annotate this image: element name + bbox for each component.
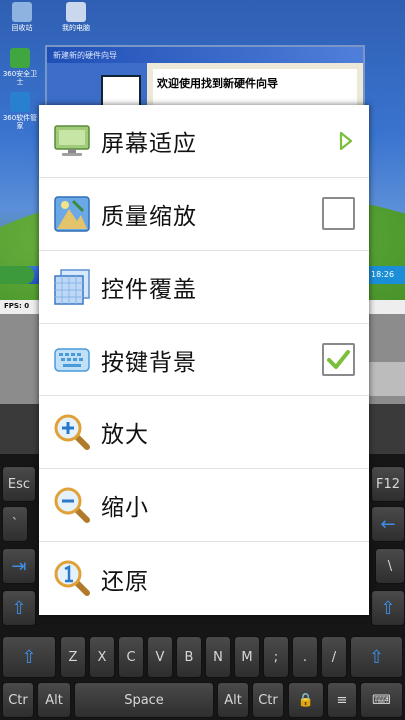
wizard-heading: 欢迎使用找到新硬件向导 xyxy=(157,77,278,90)
menu-item-restore[interactable]: 还原 xyxy=(39,542,369,615)
quality-scale-checkbox[interactable] xyxy=(322,197,355,231)
key-f12[interactable]: F12 xyxy=(371,466,405,502)
keyboard-toggle-icon[interactable]: ⌨ xyxy=(360,682,403,718)
key-shift-right[interactable]: ⇧ xyxy=(350,636,403,678)
menu-item-label: 屏幕适应 xyxy=(101,130,197,157)
keyboard-icon xyxy=(54,347,90,372)
menu-item-label: 按键背景 xyxy=(101,349,197,376)
menu-item-label: 放大 xyxy=(101,422,149,449)
key-alt-left[interactable]: Alt xyxy=(37,682,71,718)
checkmark-icon xyxy=(327,350,350,369)
desktop-icon-my-computer[interactable]: 我的电脑 xyxy=(58,2,94,32)
menu-item-key-background[interactable]: 按键背景 xyxy=(39,324,369,397)
key-x[interactable]: X xyxy=(89,636,115,678)
key-backspace[interactable]: ← xyxy=(371,506,405,542)
key-c[interactable]: C xyxy=(118,636,144,678)
menu-item-zoom-out[interactable]: 缩小 xyxy=(39,469,369,543)
view-options-menu: 屏幕适应 质量缩放 控件覆盖 按键背景 放大 缩小 还原 xyxy=(39,105,369,615)
menu-item-zoom-in[interactable]: 放大 xyxy=(39,396,369,470)
monitor-icon xyxy=(54,125,90,156)
menu-item-quality-scale[interactable]: 质量缩放 xyxy=(39,178,369,251)
wizard-title-bar: 新建新的硬件向导 xyxy=(47,47,363,63)
key-backslash[interactable]: \ xyxy=(375,548,405,584)
key-enter[interactable]: ⇧ xyxy=(371,590,405,626)
start-button[interactable] xyxy=(0,266,34,284)
zoom-out-icon xyxy=(54,487,90,524)
menu-item-screen-fit[interactable]: 屏幕适应 xyxy=(39,105,369,178)
key-m[interactable]: M xyxy=(234,636,260,678)
key-ctrl-right[interactable]: Ctr xyxy=(252,682,284,718)
menu-item-label: 控件覆盖 xyxy=(101,276,197,303)
desktop-icon-recycle-bin[interactable]: 回收站 xyxy=(4,2,40,32)
key-background-checkbox[interactable] xyxy=(322,343,355,376)
zoom-reset-icon xyxy=(54,560,90,597)
image-quality-icon xyxy=(54,196,90,232)
key-ctrl-left[interactable]: Ctr xyxy=(2,682,34,718)
key-shift-left[interactable]: ⇧ xyxy=(2,636,56,678)
lock-icon[interactable]: 🔒 xyxy=(288,682,324,718)
desktop-icon-360-soft[interactable]: 360软件管家 xyxy=(2,92,38,130)
menu-item-label: 缩小 xyxy=(101,495,149,522)
key-backtick[interactable]: ` xyxy=(2,506,28,542)
key-v[interactable]: V xyxy=(147,636,173,678)
desktop-icon-360-safe[interactable]: 360安全卫士 xyxy=(2,48,38,86)
menu-icon[interactable]: ≡ xyxy=(327,682,357,718)
key-space[interactable]: Space xyxy=(74,682,214,718)
key-tab[interactable]: ⇥ xyxy=(2,548,36,584)
recycle-bin-icon xyxy=(12,2,32,22)
key-z[interactable]: Z xyxy=(60,636,86,678)
zoom-in-icon xyxy=(54,414,90,451)
menu-item-control-overlay[interactable]: 控件覆盖 xyxy=(39,251,369,324)
shield-icon xyxy=(10,48,30,68)
key-n[interactable]: N xyxy=(205,636,231,678)
app-icon xyxy=(10,92,30,112)
key-b[interactable]: B xyxy=(176,636,202,678)
computer-icon xyxy=(66,2,86,22)
key-period[interactable]: . xyxy=(292,636,318,678)
key-esc[interactable]: Esc xyxy=(2,466,36,502)
menu-item-label: 质量缩放 xyxy=(101,203,197,230)
key-caps[interactable]: ⇧ xyxy=(2,590,36,626)
submenu-arrow-icon xyxy=(339,131,353,151)
key-slash[interactable]: / xyxy=(321,636,347,678)
taskbar-clock: 18:26 xyxy=(365,266,405,284)
menu-item-label: 还原 xyxy=(101,568,149,595)
overlay-grid-icon xyxy=(54,268,90,305)
key-alt-right[interactable]: Alt xyxy=(217,682,249,718)
key-semicolon[interactable]: ; xyxy=(263,636,289,678)
